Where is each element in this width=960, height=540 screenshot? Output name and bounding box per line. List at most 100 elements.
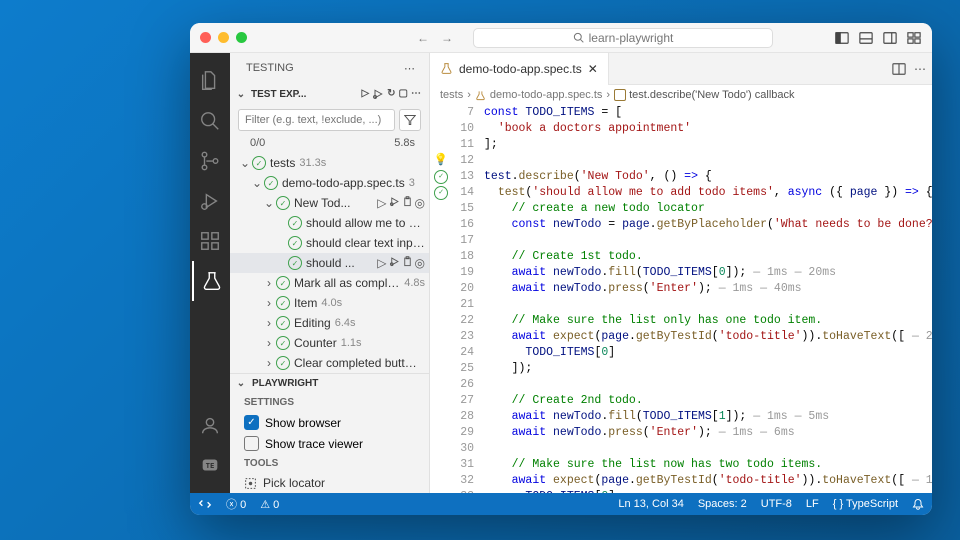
code-line[interactable]: 26 xyxy=(430,377,932,393)
code-line[interactable]: 10 'book a doctors appointment' xyxy=(430,121,932,137)
code-line[interactable]: 17 xyxy=(430,233,932,249)
status-warnings[interactable]: ⚠ 0 xyxy=(260,498,279,511)
status-cursor[interactable]: Ln 13, Col 34 xyxy=(618,498,683,510)
filter-icon[interactable] xyxy=(399,109,421,131)
code-line[interactable]: 30 xyxy=(430,441,932,457)
testing-icon[interactable] xyxy=(192,261,230,301)
close-window[interactable] xyxy=(200,32,211,43)
pick-locator[interactable]: Pick locator xyxy=(230,473,429,493)
flask-icon xyxy=(440,62,453,75)
more-icon[interactable]: ⋯ xyxy=(404,62,415,75)
stop-icon[interactable]: ▢ xyxy=(399,88,408,100)
filter-input[interactable] xyxy=(238,109,395,131)
breadcrumbs[interactable]: tests › demo-todo-app.spec.ts › test.des… xyxy=(430,85,932,105)
chevron-down-icon: ⌄ xyxy=(234,89,248,100)
status-spaces[interactable]: Spaces: 2 xyxy=(698,498,747,510)
code-line[interactable]: 18 // Create 1st todo. xyxy=(430,249,932,265)
show-trace-option[interactable]: Show trace viewer xyxy=(230,433,429,454)
code-line[interactable]: 22 // Make sure the list only has one to… xyxy=(430,313,932,329)
editor-tab[interactable]: demo-todo-app.spec.ts ✕ xyxy=(430,53,609,85)
code-line[interactable]: 💡12 xyxy=(430,153,932,169)
layout-customize-icon[interactable] xyxy=(906,30,922,46)
tree-test[interactable]: ✓should allow me to add ... xyxy=(230,213,429,233)
layout-primary-icon[interactable] xyxy=(834,30,850,46)
code-line[interactable]: 27 // Create 2nd todo. xyxy=(430,393,932,409)
symbol-icon xyxy=(614,89,626,101)
code-line[interactable]: 20 await newTodo.press('Enter'); — 1ms —… xyxy=(430,281,932,297)
split-editor-icon[interactable] xyxy=(892,62,906,76)
tree-root[interactable]: ⌄✓ tests 31.3s xyxy=(230,153,429,173)
tree-test[interactable]: ✓should clear text input f... xyxy=(230,233,429,253)
run-icon[interactable]: ▷ xyxy=(377,256,386,270)
layout-secondary-icon[interactable] xyxy=(882,30,898,46)
explorer-icon[interactable] xyxy=(190,61,230,101)
debug-test-icon[interactable] xyxy=(389,196,400,210)
status-language[interactable]: { } TypeScript xyxy=(833,498,898,510)
settings-icon[interactable]: TE xyxy=(190,445,230,485)
command-center[interactable]: learn-playwright xyxy=(473,28,773,48)
code-line[interactable]: 31 // Make sure the list now has two tod… xyxy=(430,457,932,473)
forward-arrow-icon[interactable]: → xyxy=(441,31,453,45)
remote-icon[interactable] xyxy=(198,497,212,511)
account-icon[interactable] xyxy=(190,405,230,445)
progress: 0/0 5.8s xyxy=(230,135,429,153)
status-errors[interactable]: ⓧ 0 xyxy=(226,496,246,512)
code-line[interactable]: 23 await expect(page.getByTestId('todo-t… xyxy=(430,329,932,345)
extensions-icon[interactable] xyxy=(190,221,230,261)
code-line[interactable]: 19 await newTodo.fill(TODO_ITEMS[0]); — … xyxy=(430,265,932,281)
run-all-icon[interactable]: ▷ xyxy=(361,88,369,100)
minimize-window[interactable] xyxy=(218,32,229,43)
code-line[interactable]: 15 // create a new todo locator xyxy=(430,201,932,217)
tree-group[interactable]: ›✓Counter1.1s xyxy=(230,333,429,353)
refresh-icon[interactable]: ↻ xyxy=(387,88,395,100)
clipboard-icon[interactable] xyxy=(402,196,413,210)
tree-group-new-todo[interactable]: ⌄✓ New Tod... ▷ ◎ xyxy=(230,193,429,213)
svg-text:TE: TE xyxy=(206,461,215,470)
source-control-icon[interactable] xyxy=(190,141,230,181)
bell-icon[interactable] xyxy=(912,498,924,510)
tree-test[interactable]: ✓should ...▷◎ xyxy=(230,253,429,273)
tree-group[interactable]: ›✓Item4.0s xyxy=(230,293,429,313)
test-explorer-header[interactable]: ⌄ TEST EXP... ▷ ↻ ▢ ⋯ xyxy=(230,83,429,105)
more-actions-icon[interactable]: ⋯ xyxy=(411,88,421,100)
code-line[interactable]: ✓13test.describe('New Todo', () => { xyxy=(430,169,932,185)
code-line[interactable]: 29 await newTodo.press('Enter'); — 1ms —… xyxy=(430,425,932,441)
playwright-header[interactable]: ⌄PLAYWRIGHT xyxy=(230,373,429,393)
code-line[interactable]: 24 TODO_ITEMS[0] xyxy=(430,345,932,361)
search-icon[interactable] xyxy=(190,101,230,141)
test-tree: ⌄✓ tests 31.3s ⌄✓ demo-todo-app.spec.ts … xyxy=(230,153,429,373)
back-arrow-icon[interactable]: ← xyxy=(417,31,429,45)
editor-more-icon[interactable]: ⋯ xyxy=(914,62,926,76)
clipboard-icon[interactable] xyxy=(402,256,413,270)
tree-group[interactable]: ›✓Mark all as completed4.8s xyxy=(230,273,429,293)
editor-tabbar: demo-todo-app.spec.ts ✕ ⋯ xyxy=(430,53,932,85)
reveal-icon[interactable]: ◎ xyxy=(415,256,425,270)
code-line[interactable]: 21 xyxy=(430,297,932,313)
maximize-window[interactable] xyxy=(236,32,247,43)
code-line[interactable]: 28 await newTodo.fill(TODO_ITEMS[1]); — … xyxy=(430,409,932,425)
code-editor[interactable]: 7const TODO_ITEMS = [10 'book a doctors … xyxy=(430,105,932,493)
tree-group[interactable]: ›✓Editing6.4s xyxy=(230,313,429,333)
code-line[interactable]: 25 ]); xyxy=(430,361,932,377)
code-line[interactable]: ✓14 test('should allow me to add todo it… xyxy=(430,185,932,201)
code-line[interactable]: 11]; xyxy=(430,137,932,153)
show-browser-option[interactable]: ✓ Show browser xyxy=(230,412,429,433)
debug-all-icon[interactable] xyxy=(372,88,384,100)
run-icon[interactable]: ▷ xyxy=(377,196,386,210)
tree-group[interactable]: ›✓Clear completed button... xyxy=(230,353,429,373)
debug-icon[interactable] xyxy=(190,181,230,221)
layout-panel-icon[interactable] xyxy=(858,30,874,46)
code-line[interactable]: 7const TODO_ITEMS = [ xyxy=(430,105,932,121)
search-icon xyxy=(573,32,584,43)
editor-area: demo-todo-app.spec.ts ✕ ⋯ tests › demo-t… xyxy=(430,53,932,493)
code-line[interactable]: 16 const newTodo = page.getByPlaceholder… xyxy=(430,217,932,233)
reveal-icon[interactable]: ◎ xyxy=(415,196,425,210)
sidebar-title: TESTING ⋯ xyxy=(230,53,429,83)
close-tab-icon[interactable]: ✕ xyxy=(588,62,598,76)
status-eol[interactable]: LF xyxy=(806,498,819,510)
checkbox-icon xyxy=(244,436,259,451)
tree-file[interactable]: ⌄✓ demo-todo-app.spec.ts 3 xyxy=(230,173,429,193)
code-line[interactable]: 32 await expect(page.getByTestId('todo-t… xyxy=(430,473,932,489)
status-encoding[interactable]: UTF-8 xyxy=(761,498,792,510)
debug-test-icon[interactable] xyxy=(389,256,400,270)
